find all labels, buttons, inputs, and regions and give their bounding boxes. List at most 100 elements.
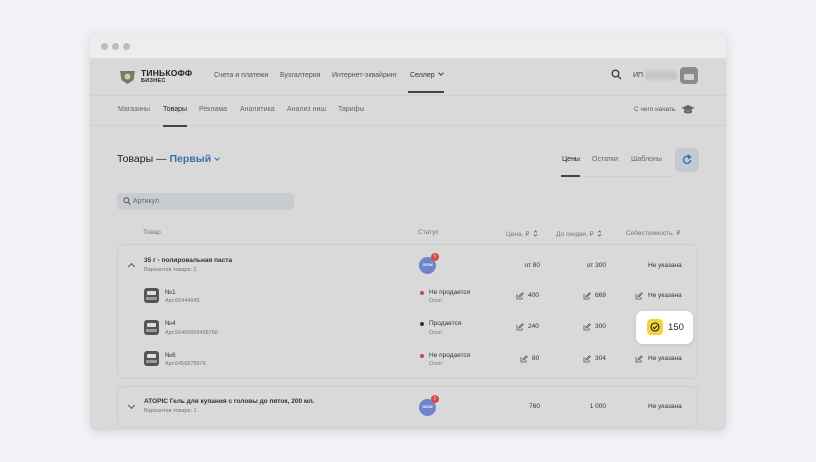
nav-seller-label: Селлер <box>410 72 435 79</box>
edit-icon[interactable] <box>583 323 591 331</box>
edit-icon[interactable] <box>583 292 591 300</box>
item-price[interactable]: 400 <box>528 292 539 299</box>
top-navigation: ТИНЬКОФФ БИЗНЕС Счета и платежи Бухгалте… <box>90 59 726 94</box>
item-marketplace: Ozon <box>429 298 443 304</box>
item-name[interactable]: №1 <box>165 289 176 296</box>
item-sku: Арт.6456878878 <box>165 361 206 367</box>
tab-active-underline <box>561 175 580 177</box>
ozon-badge-text: OZON <box>422 405 433 409</box>
expand-chevron-icon[interactable] <box>127 401 136 410</box>
subnav-stores[interactable]: Магазины <box>118 106 150 113</box>
chevron-down-icon <box>214 155 220 161</box>
product-group-card: 35 г - полировальная паста Вариантов тов… <box>117 244 698 379</box>
item-cost[interactable]: Не указана <box>648 292 682 299</box>
cost-value: 150 <box>668 322 684 333</box>
item-sku: Арт.56456656468768 <box>165 330 218 336</box>
sort-icon <box>533 230 538 237</box>
nav-seller[interactable]: Селлер <box>410 70 444 79</box>
column-header-price[interactable]: Цена, ₽ <box>506 229 538 238</box>
item-sku: Арт.65444645 <box>165 298 200 304</box>
product-thumbnail <box>144 320 159 335</box>
group-price: от 80 <box>524 262 541 269</box>
item-status: Не продается <box>429 289 471 296</box>
item-before-discount[interactable]: 669 <box>595 292 606 299</box>
brand-name: ТИНЬКОФФ <box>141 68 193 78</box>
nav-active-underline <box>408 91 444 93</box>
browser-window: ТИНЬКОФФ БИЗНЕС Счета и платежи Бухгалте… <box>90 33 726 430</box>
search-icon[interactable] <box>611 69 622 80</box>
item-name[interactable]: №4 <box>165 320 176 327</box>
check-badge <box>647 319 663 335</box>
getting-started-link[interactable]: С чего начать <box>634 106 675 113</box>
alert-icon[interactable]: ! <box>431 395 439 403</box>
highlighted-cost-cell[interactable]: 150 <box>636 311 693 344</box>
column-header-product: Товар <box>143 229 161 236</box>
subnav-products[interactable]: Товары <box>163 106 187 113</box>
edit-icon[interactable] <box>635 355 643 363</box>
subnav-analytics[interactable]: Аналитика <box>240 106 275 113</box>
window-minimize-dot[interactable] <box>112 43 119 50</box>
sub-navigation: Магазины Товары Реклама Аналитика Анализ… <box>90 95 726 127</box>
group-before-discount: от 300 <box>586 262 606 269</box>
column-header-price-label: Цена, ₽ <box>506 231 530 238</box>
sort-icon <box>598 230 602 237</box>
status-dot-not-selling <box>420 291 424 295</box>
edit-icon[interactable] <box>635 292 643 300</box>
group-title[interactable]: 35 г - полировальная паста <box>144 257 232 264</box>
edit-icon[interactable] <box>583 355 591 363</box>
group-title[interactable]: ATOPIC Гель для купания с головы до пято… <box>144 398 315 405</box>
graduation-cap-icon[interactable] <box>681 104 695 115</box>
item-before-discount[interactable]: 300 <box>595 323 606 330</box>
sku-search[interactable] <box>117 193 294 210</box>
nav-accounts-payments[interactable]: Счета и платежи <box>214 72 268 79</box>
tab-templates[interactable]: Шаблоны <box>631 156 662 163</box>
store-name: Первый <box>169 153 212 165</box>
search-icon <box>123 197 131 205</box>
product-thumbnail <box>144 351 159 366</box>
subnav-tariffs[interactable]: Тарифы <box>338 106 364 113</box>
group-variants-count: Вариантов товара: 2 <box>144 267 197 273</box>
group-before-discount: 1 000 <box>589 403 606 410</box>
subnav-niche-analysis[interactable]: Анализ ниш <box>287 106 326 113</box>
item-cost[interactable]: Не указана <box>648 355 682 362</box>
tab-prices[interactable]: Цены <box>562 156 580 163</box>
edit-icon[interactable] <box>516 292 524 300</box>
alert-icon[interactable]: ! <box>431 253 439 261</box>
item-before-discount[interactable]: 304 <box>595 355 606 362</box>
avatar[interactable] <box>680 67 698 84</box>
title-bar <box>90 33 726 59</box>
window-maximize-dot[interactable] <box>123 43 130 50</box>
refresh-button[interactable] <box>675 148 699 172</box>
item-name[interactable]: №6 <box>165 352 176 359</box>
tab-stock[interactable]: Остатки <box>592 156 618 163</box>
column-header-before-discount-label: До скидки, ₽ <box>556 231 594 238</box>
item-marketplace: Ozon <box>429 361 443 367</box>
window-close-dot[interactable] <box>101 43 108 50</box>
status-dot-not-selling <box>420 354 424 358</box>
store-selector[interactable]: Первый <box>169 153 220 165</box>
edit-icon[interactable] <box>516 323 524 331</box>
nav-acquiring[interactable]: Интернет-эквайринг <box>332 72 397 79</box>
account-name-blurred[interactable] <box>645 71 677 80</box>
check-circle-icon <box>650 322 660 332</box>
item-price[interactable]: 80 <box>532 355 539 362</box>
tinkoff-logo-icon[interactable] <box>118 68 137 85</box>
page-title-text: Товары — <box>117 153 167 165</box>
collapse-chevron-icon[interactable] <box>127 262 136 271</box>
group-price: 760 <box>529 403 540 410</box>
subnav-ads[interactable]: Реклама <box>199 106 227 113</box>
column-header-status: Статус <box>418 229 439 236</box>
sku-search-input[interactable] <box>133 195 283 208</box>
subnav-active-underline <box>163 125 187 127</box>
chevron-down-icon <box>437 70 444 76</box>
column-header-before-discount[interactable]: До скидки, ₽ <box>556 229 602 238</box>
brand-subtitle: БИЗНЕС <box>141 78 166 84</box>
page-title: Товары — Первый <box>117 153 220 165</box>
item-price[interactable]: 240 <box>528 323 539 330</box>
column-header-cost: Себестоимость, ₽ <box>626 230 681 237</box>
edit-icon[interactable] <box>520 355 528 363</box>
product-group-card: ATOPIC Гель для купания с головы до пято… <box>117 386 698 428</box>
account-label[interactable]: ИП <box>633 72 643 79</box>
nav-accounting[interactable]: Бухгалтерия <box>280 72 320 79</box>
group-cost: Не указана <box>648 262 682 269</box>
